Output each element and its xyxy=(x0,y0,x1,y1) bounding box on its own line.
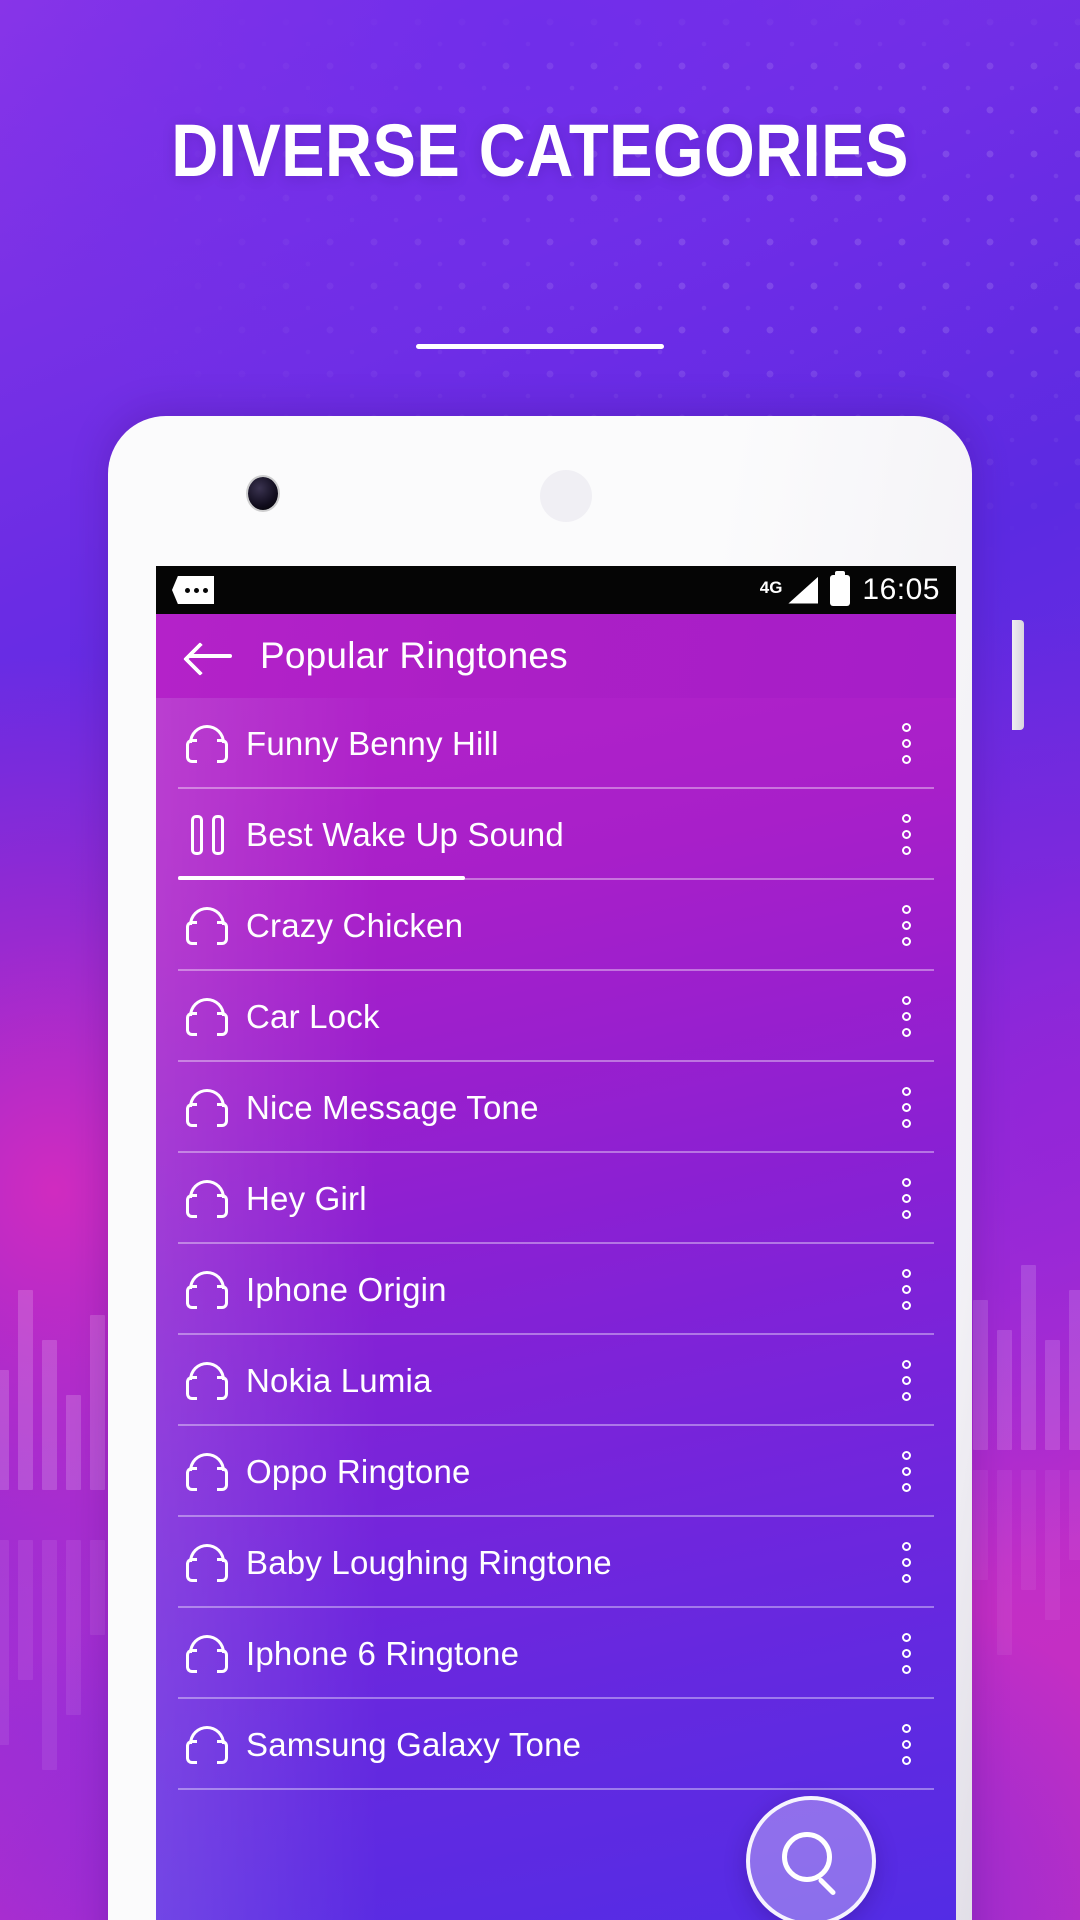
ringtone-row[interactable]: Best Wake Up Sound xyxy=(156,789,956,880)
ringtone-row[interactable]: Funny Benny Hill xyxy=(156,698,956,789)
page-title: DIVERSE CATEGORIES xyxy=(171,108,909,192)
signal-bars-icon xyxy=(788,576,819,604)
headphones-icon[interactable] xyxy=(178,906,236,945)
headphones-icon[interactable] xyxy=(178,1270,236,1309)
back-arrow-icon[interactable] xyxy=(186,639,234,673)
ringtone-label: Hey Girl xyxy=(246,1179,367,1217)
network-type-label: 4G xyxy=(759,578,783,597)
status-bar-right: 4G 16:05 xyxy=(759,570,940,607)
headphones-icon[interactable] xyxy=(178,1725,236,1764)
headphones-icon[interactable] xyxy=(178,997,236,1036)
ringtone-label: Nokia Lumia xyxy=(246,1361,432,1399)
ringtone-row[interactable]: Iphone 6 Ringtone xyxy=(156,1608,956,1699)
waveform-bar xyxy=(1021,1470,1036,1590)
kebab-menu-icon[interactable] xyxy=(886,1451,926,1492)
headline-divider xyxy=(416,344,664,349)
waveform-bar xyxy=(0,1370,9,1490)
ringtone-label: Baby Loughing Ringtone xyxy=(246,1543,612,1581)
waveform-bar xyxy=(997,1470,1012,1655)
waveform-bar xyxy=(1069,1290,1080,1450)
headphones-icon[interactable] xyxy=(178,1088,236,1127)
battery-full-icon xyxy=(830,570,851,606)
row-divider xyxy=(178,1788,934,1790)
search-icon xyxy=(780,1830,842,1892)
waveform-bar xyxy=(90,1540,105,1635)
phone-front-camera-icon xyxy=(248,477,278,510)
kebab-menu-icon[interactable] xyxy=(886,1178,926,1219)
kebab-menu-icon[interactable] xyxy=(886,1542,926,1583)
ringtone-row[interactable]: Iphone Origin xyxy=(156,1244,956,1335)
kebab-menu-icon[interactable] xyxy=(886,814,926,855)
ringtone-label: Funny Benny Hill xyxy=(246,724,499,762)
waveform-bar xyxy=(1045,1340,1060,1450)
phone-side-button xyxy=(1012,620,1024,730)
headphones-icon[interactable] xyxy=(178,1634,236,1673)
waveform-bar xyxy=(42,1340,57,1490)
waveform-bar xyxy=(66,1540,81,1715)
waveform-bar xyxy=(66,1395,81,1490)
ringtone-row[interactable]: Crazy Chicken xyxy=(156,880,956,971)
kebab-menu-icon[interactable] xyxy=(886,1633,926,1674)
ringtone-row[interactable]: Nokia Lumia xyxy=(156,1335,956,1426)
ringtone-label: Car Lock xyxy=(246,997,380,1035)
ringtone-row[interactable]: Nice Message Tone xyxy=(156,1062,956,1153)
ringtone-row[interactable]: Baby Loughing Ringtone xyxy=(156,1517,956,1608)
ringtone-list[interactable]: Funny Benny Hill Best Wake Up Sound Crazy … xyxy=(156,698,956,1920)
ringtone-label: Crazy Chicken xyxy=(246,906,464,944)
ringtone-label: Iphone Origin xyxy=(246,1270,447,1308)
clock-label: 16:05 xyxy=(862,573,940,606)
ringtone-row[interactable]: Car Lock xyxy=(156,971,956,1062)
kebab-menu-icon[interactable] xyxy=(886,1360,926,1401)
pause-icon[interactable] xyxy=(178,814,236,855)
kebab-menu-icon[interactable] xyxy=(886,905,926,946)
status-bar-left xyxy=(172,576,760,604)
ringtone-label: Iphone 6 Ringtone xyxy=(246,1634,520,1672)
waveform-bar xyxy=(0,1540,9,1745)
ringtone-label: Samsung Galaxy Tone xyxy=(246,1725,582,1763)
kebab-menu-icon[interactable] xyxy=(886,723,926,764)
waveform-bar xyxy=(973,1300,988,1450)
phone-screen: 4G 16:05 Popular Ringtones Funny Benny H… xyxy=(156,566,956,1920)
ringtone-label: Best Wake Up Sound xyxy=(246,815,564,853)
app-bar-title: Popular Ringtones xyxy=(260,635,568,676)
search-fab-button[interactable] xyxy=(746,1796,876,1920)
kebab-menu-icon[interactable] xyxy=(886,1269,926,1310)
ringtone-row[interactable]: Hey Girl xyxy=(156,1153,956,1244)
waveform-bar xyxy=(1069,1470,1080,1560)
ringtone-row[interactable]: Samsung Galaxy Tone xyxy=(156,1699,956,1790)
phone-earpiece xyxy=(540,470,592,522)
kebab-menu-icon[interactable] xyxy=(886,1724,926,1765)
waveform-bar xyxy=(1045,1470,1060,1620)
kebab-menu-icon[interactable] xyxy=(886,1087,926,1128)
headline-block: DIVERSE CATEGORIES xyxy=(0,0,1080,300)
waveform-bar xyxy=(18,1540,33,1680)
headphones-icon[interactable] xyxy=(178,1361,236,1400)
waveform-bar xyxy=(973,1470,988,1580)
waveform-bar xyxy=(90,1315,105,1490)
headphones-icon[interactable] xyxy=(178,1452,236,1491)
headphones-icon[interactable] xyxy=(178,724,236,763)
kebab-menu-icon[interactable] xyxy=(886,996,926,1037)
waveform-bar xyxy=(42,1540,57,1770)
status-bar: 4G 16:05 xyxy=(156,566,956,614)
waveform-bar xyxy=(997,1330,1012,1450)
headphones-icon[interactable] xyxy=(178,1179,236,1218)
ringtone-label: Nice Message Tone xyxy=(246,1088,539,1126)
waveform-bar xyxy=(1021,1265,1036,1450)
headphones-icon[interactable] xyxy=(178,1543,236,1582)
app-bar: Popular Ringtones xyxy=(156,614,956,698)
notification-dots-icon xyxy=(172,576,214,604)
ringtone-label: Oppo Ringtone xyxy=(246,1452,471,1490)
waveform-bar xyxy=(18,1290,33,1490)
ringtone-row[interactable]: Oppo Ringtone xyxy=(156,1426,956,1517)
